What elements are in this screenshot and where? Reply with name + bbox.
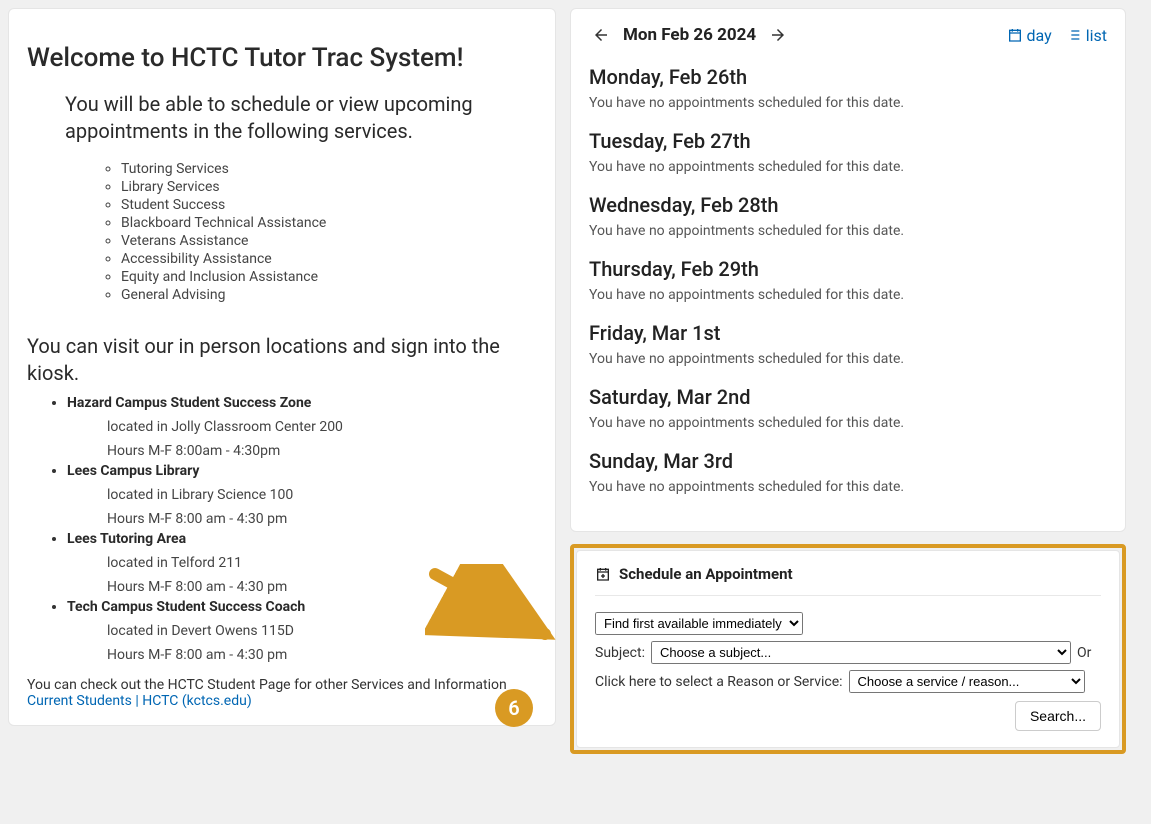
schedule-panel: Schedule an Appointment Find first avail… <box>576 550 1120 748</box>
services-list: Tutoring Services Library Services Student… <box>97 161 537 303</box>
location-hours: Hours M-F 8:00am - 4:30pm <box>107 443 537 459</box>
list-item: Tech Campus Student Success Coach located… <box>67 599 537 663</box>
day-block: Saturday, Mar 2nd You have no appointment… <box>589 385 1107 431</box>
day-message: You have no appointments scheduled for t… <box>589 479 1107 495</box>
next-arrow-icon[interactable] <box>766 23 790 47</box>
welcome-panel: Welcome to HCTC Tutor Trac System! You w… <box>8 8 556 726</box>
annotation-step-badge: 6 <box>495 689 533 727</box>
calendar-icon <box>1007 27 1023 43</box>
visit-heading: You can visit our in person locations an… <box>27 333 537 387</box>
location-name: Hazard Campus Student Success Zone <box>67 395 537 411</box>
footer-link[interactable]: Current Students | HCTC (kctcs.edu) <box>27 693 252 709</box>
location-name: Tech Campus Student Success Coach <box>67 599 537 615</box>
list-item: General Advising <box>121 287 537 303</box>
schedule-highlight-box: Schedule an Appointment Find first avail… <box>570 544 1126 754</box>
location-hours: Hours M-F 8:00 am - 4:30 pm <box>107 647 537 663</box>
schedule-title: Schedule an Appointment <box>619 565 793 583</box>
days-container: Monday, Feb 26th You have no appointments… <box>589 65 1107 495</box>
location-hours: Hours M-F 8:00 am - 4:30 pm <box>107 579 537 595</box>
calendar-plus-icon <box>595 566 611 582</box>
location-detail: located in Telford 211 <box>107 555 537 571</box>
list-item: Hazard Campus Student Success Zone locate… <box>67 395 537 459</box>
day-block: Monday, Feb 26th You have no appointments… <box>589 65 1107 111</box>
day-message: You have no appointments scheduled for t… <box>589 223 1107 239</box>
day-message: You have no appointments scheduled for t… <box>589 415 1107 431</box>
day-heading: Tuesday, Feb 27th <box>589 129 1107 153</box>
day-block: Sunday, Mar 3rd You have no appointments … <box>589 449 1107 495</box>
view-day-toggle[interactable]: day <box>1007 26 1052 45</box>
list-item: Lees Campus Library located in Library Sc… <box>67 463 537 527</box>
day-heading: Saturday, Mar 2nd <box>589 385 1107 409</box>
prev-arrow-icon[interactable] <box>589 23 613 47</box>
day-message: You have no appointments scheduled for t… <box>589 351 1107 367</box>
list-item: Blackboard Technical Assistance <box>121 215 537 231</box>
day-heading: Monday, Feb 26th <box>589 65 1107 89</box>
search-button[interactable]: Search... <box>1015 701 1101 731</box>
day-block: Wednesday, Feb 28th You have no appointme… <box>589 193 1107 239</box>
calendar-panel: Mon Feb 26 2024 day list Monday <box>570 8 1126 532</box>
reason-label: Click here to select a Reason or Service… <box>595 674 843 690</box>
welcome-intro: You will be able to schedule or view upc… <box>65 91 505 145</box>
list-item: Tutoring Services <box>121 161 537 177</box>
current-date: Mon Feb 26 2024 <box>623 25 756 45</box>
location-detail: located in Jolly Classroom Center 200 <box>107 419 537 435</box>
list-item: Equity and Inclusion Assistance <box>121 269 537 285</box>
list-item: Student Success <box>121 197 537 213</box>
day-message: You have no appointments scheduled for t… <box>589 287 1107 303</box>
list-item: Veterans Assistance <box>121 233 537 249</box>
location-detail: located in Library Science 100 <box>107 487 537 503</box>
day-heading: Sunday, Mar 3rd <box>589 449 1107 473</box>
location-name: Lees Campus Library <box>67 463 537 479</box>
or-text: Or <box>1077 645 1091 661</box>
list-icon <box>1066 27 1082 43</box>
footer-text: You can check out the HCTC Student Page … <box>27 677 537 693</box>
list-item: Library Services <box>121 179 537 195</box>
location-name: Lees Tutoring Area <box>67 531 537 547</box>
location-detail: located in Devert Owens 115D <box>107 623 537 639</box>
subject-label: Subject: <box>595 645 645 661</box>
welcome-title: Welcome to HCTC Tutor Trac System! <box>27 43 537 73</box>
service-select[interactable]: Choose a service / reason... <box>849 670 1085 693</box>
day-block: Thursday, Feb 29th You have no appointmen… <box>589 257 1107 303</box>
location-hours: Hours M-F 8:00 am - 4:30 pm <box>107 511 537 527</box>
locations-list: Hazard Campus Student Success Zone locate… <box>43 395 537 663</box>
day-heading: Wednesday, Feb 28th <box>589 193 1107 217</box>
day-heading: Thursday, Feb 29th <box>589 257 1107 281</box>
find-available-select[interactable]: Find first available immediately <box>595 612 803 635</box>
list-item: Lees Tutoring Area located in Telford 211… <box>67 531 537 595</box>
list-item: Accessibility Assistance <box>121 251 537 267</box>
day-message: You have no appointments scheduled for t… <box>589 95 1107 111</box>
subject-select[interactable]: Choose a subject... <box>651 641 1071 664</box>
day-message: You have no appointments scheduled for t… <box>589 159 1107 175</box>
day-heading: Friday, Mar 1st <box>589 321 1107 345</box>
day-block: Tuesday, Feb 27th You have no appointment… <box>589 129 1107 175</box>
day-block: Friday, Mar 1st You have no appointments … <box>589 321 1107 367</box>
view-list-toggle[interactable]: list <box>1066 26 1107 45</box>
